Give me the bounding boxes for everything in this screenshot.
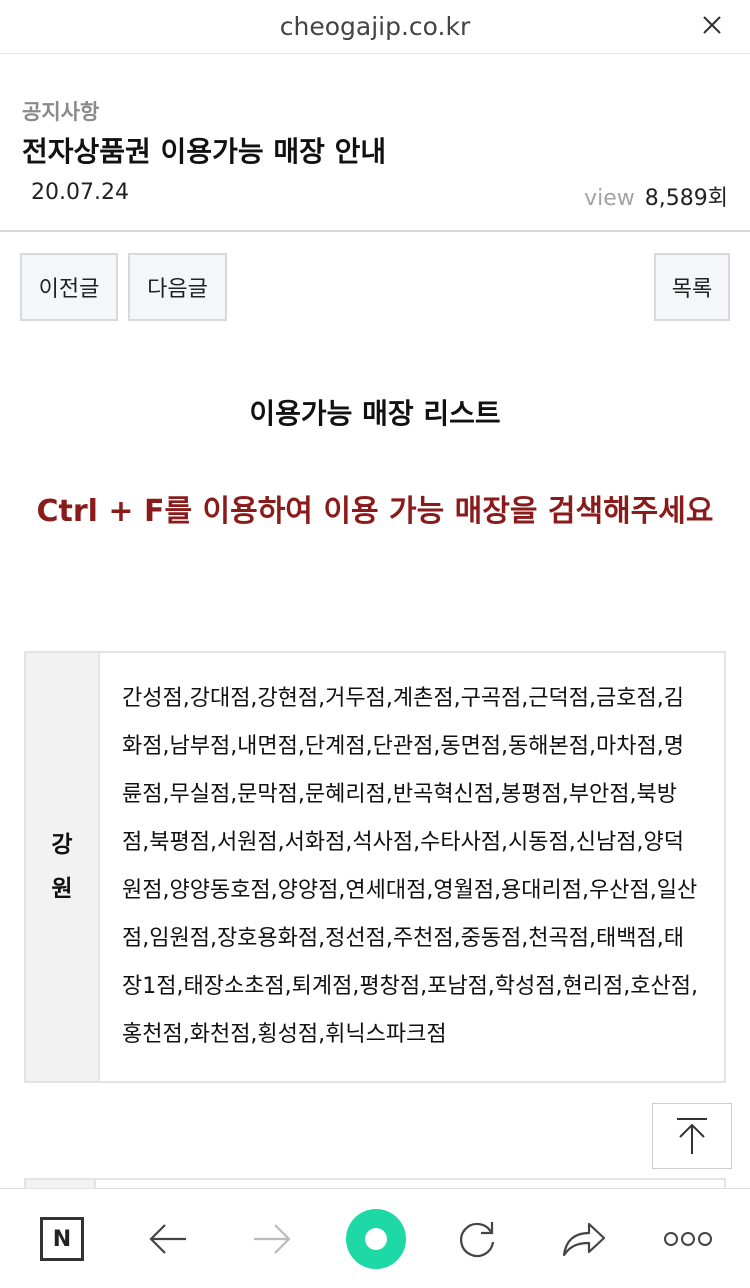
post-header: 공지사항 전자상품권 이용가능 매장 안내 20.07.24 view 8,589… [0, 54, 750, 232]
store-table: 강원 간성점,강대점,강현점,거두점,계촌점,구곡점,근덕점,금호점,김화점,남… [24, 651, 726, 1083]
more-dots-icon [664, 1232, 712, 1246]
arrow-up-to-top-icon [677, 1118, 707, 1154]
store-list-cell: 간성점,강대점,강현점,거두점,계촌점,구곡점,근덕점,금호점,김화점,남부점,… [98, 653, 724, 1081]
arrow-left-icon [149, 1224, 186, 1254]
next-post-button[interactable]: 다음글 [128, 253, 227, 321]
url-text[interactable]: cheogajip.co.kr [0, 12, 750, 41]
share-icon [562, 1222, 606, 1257]
more-button[interactable] [656, 1189, 720, 1288]
view-label: view [584, 186, 635, 211]
table-row: 강원 간성점,강대점,강현점,거두점,계촌점,구곡점,근덕점,금호점,김화점,남… [24, 651, 726, 1083]
back-button[interactable] [136, 1189, 200, 1288]
green-home-button[interactable] [344, 1189, 408, 1288]
browser-top-bar: cheogajip.co.kr [0, 0, 750, 54]
post-views: view 8,589회 [584, 180, 728, 212]
naver-home-button[interactable]: N [30, 1189, 94, 1288]
search-notice: Ctrl + F를 이용하여 이용 가능 매장을 검색해주세요 [36, 494, 714, 529]
forward-button[interactable] [240, 1189, 304, 1288]
post-title: 전자상품권 이용가능 매장 안내 [22, 135, 387, 168]
reload-icon [460, 1222, 495, 1258]
reload-button[interactable] [446, 1189, 510, 1288]
prev-post-button[interactable]: 이전글 [20, 253, 118, 321]
share-button[interactable] [552, 1189, 616, 1288]
region-name: 강원 [51, 832, 73, 902]
browser-bottom-bar: N [0, 1188, 750, 1288]
view-count: 8,589회 [644, 186, 728, 211]
arrow-right-icon [254, 1224, 291, 1254]
post-date: 20.07.24 [31, 180, 129, 205]
post-category: 공지사항 [22, 100, 100, 124]
naver-n-icon: N [40, 1217, 84, 1261]
green-dot-icon [346, 1209, 406, 1269]
close-icon[interactable] [700, 13, 724, 37]
store-list-title: 이용가능 매장 리스트 [249, 397, 501, 430]
list-button[interactable]: 목록 [654, 253, 730, 321]
region-cell: 강원 [26, 653, 98, 1081]
scroll-to-top-button[interactable] [652, 1103, 732, 1169]
